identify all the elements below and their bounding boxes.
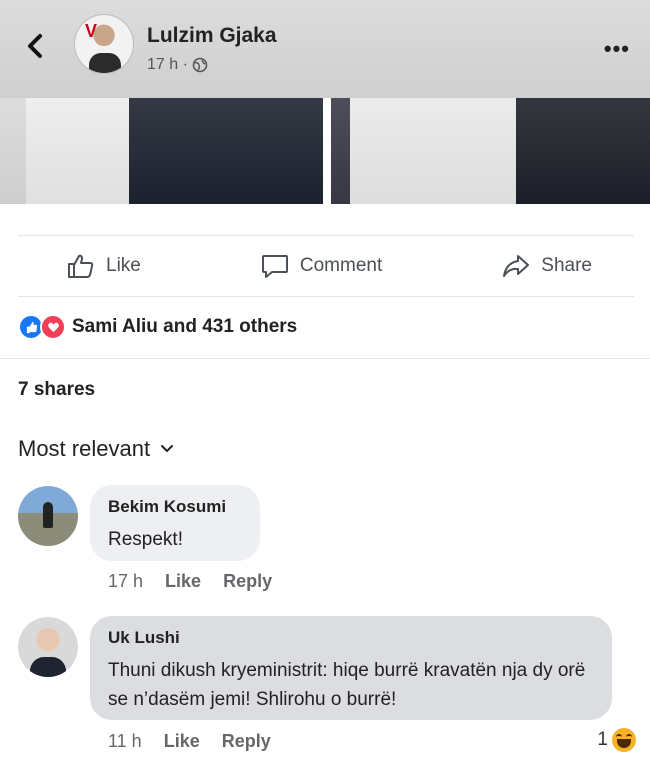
- divider: [0, 358, 650, 359]
- reactions-text: Sami Aliu and 431 others: [72, 316, 298, 337]
- divider: [18, 296, 634, 297]
- comment-time: 11 h: [108, 731, 142, 751]
- post-time: 17 h ·: [147, 56, 188, 73]
- like-label: Like: [106, 255, 141, 276]
- comment-meta: 11 h Like Reply: [108, 731, 271, 752]
- chevron-left-icon: [28, 34, 42, 58]
- like-button[interactable]: Like: [66, 252, 141, 280]
- chevron-down-icon: [161, 445, 174, 452]
- love-reaction-icon: [40, 314, 66, 340]
- comment-bubble[interactable]: Bekim Kosumi Respekt!: [90, 485, 260, 561]
- comment-reply-button[interactable]: Reply: [223, 571, 272, 592]
- comment-label: Comment: [299, 255, 383, 276]
- commenter-name[interactable]: Uk Lushi: [108, 628, 596, 648]
- more-options-button[interactable]: •••: [604, 36, 630, 62]
- post-photos: [0, 98, 650, 204]
- comment-reply-button[interactable]: Reply: [222, 731, 271, 752]
- globe-icon: [192, 57, 208, 73]
- commenter-avatar[interactable]: [18, 617, 78, 677]
- comment-reactions[interactable]: 1: [597, 728, 636, 752]
- post-meta: 17 h ·: [147, 56, 208, 74]
- comment-meta: 17 h Like Reply: [108, 571, 272, 592]
- avatar-logo-mark: V: [85, 21, 98, 41]
- comment-like-button[interactable]: Like: [165, 571, 201, 592]
- back-button[interactable]: [20, 28, 52, 64]
- reactions-summary[interactable]: Sami Aliu and 431 others: [18, 314, 297, 340]
- author-avatar[interactable]: V: [74, 14, 134, 74]
- comment-icon: [261, 255, 288, 278]
- comment-bubble[interactable]: Uk Lushi Thuni dikush kryeministrit: hiq…: [90, 616, 612, 720]
- comment-sort-dropdown[interactable]: Most relevant: [18, 436, 174, 462]
- comment-reaction-count: 1: [597, 729, 608, 750]
- comment-like-button[interactable]: Like: [164, 731, 200, 752]
- commenter-avatar[interactable]: [18, 486, 78, 546]
- post-header: V Lulzim Gjaka 17 h · •••: [0, 0, 650, 98]
- thumbs-up-icon: [68, 254, 94, 278]
- share-label: Share: [541, 255, 592, 276]
- haha-icon: [612, 728, 636, 752]
- post-photo[interactable]: [331, 98, 650, 204]
- comment-button[interactable]: Comment: [260, 252, 382, 280]
- share-icon: [503, 255, 530, 277]
- comment-time: 17 h: [108, 571, 144, 591]
- share-button[interactable]: Share: [501, 252, 592, 280]
- post-action-bar: Like Comment Share: [18, 236, 634, 296]
- sort-label: Most relevant: [18, 436, 151, 461]
- commenter-name[interactable]: Bekim Kosumi: [108, 497, 244, 517]
- comment-text: Thuni dikush kryeministrit: hiqe burrë k…: [108, 660, 586, 710]
- author-name[interactable]: Lulzim Gjaka: [147, 24, 277, 48]
- post-photo[interactable]: [0, 98, 323, 204]
- shares-count[interactable]: 7 shares: [18, 379, 95, 401]
- comment-text: Respekt!: [108, 529, 183, 550]
